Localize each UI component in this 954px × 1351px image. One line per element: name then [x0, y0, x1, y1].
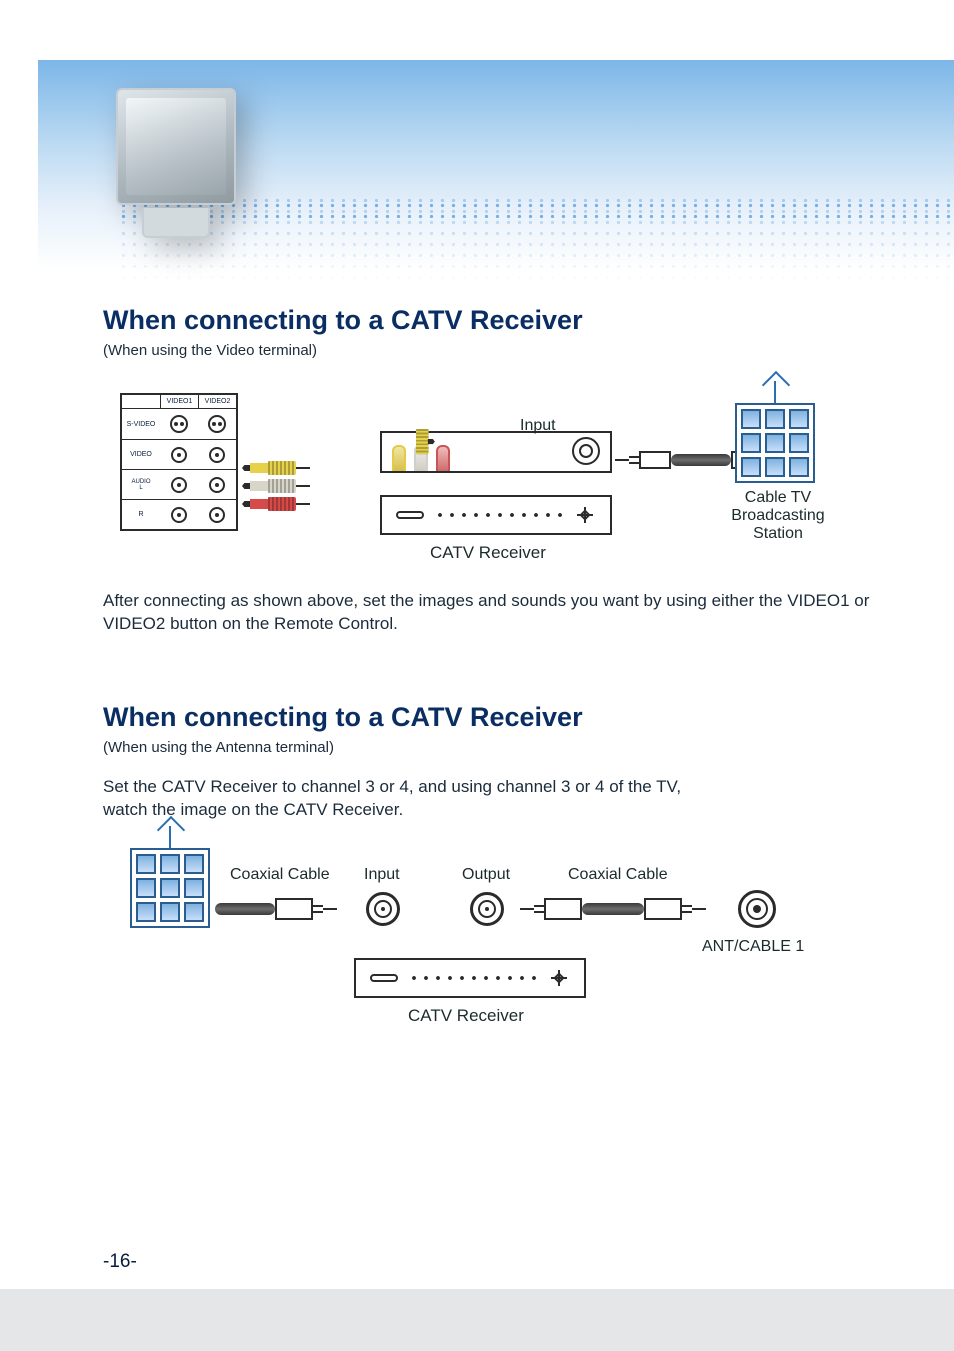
label-broadcast-station: Cable TV Broadcasting Station — [713, 489, 843, 543]
rca-plug-yellow — [416, 429, 434, 454]
rca-jack — [209, 507, 225, 523]
label-input: Input — [520, 417, 556, 435]
section-2-body-line-2: watch the image on the CATV Receiver. — [103, 799, 894, 822]
diagram-1: VIDEO1 VIDEO2 S-VIDEO VIDEO AUDIO L — [120, 385, 880, 605]
catv-rf-input-jack — [572, 437, 600, 465]
diagram-2: Coaxial Cable Input Output Coaxial Cable… — [130, 848, 870, 1073]
rca-jack — [209, 477, 225, 493]
io-row-l: L — [124, 485, 158, 491]
coax-run-left — [215, 898, 351, 920]
section-1-subtitle: (When using the Video terminal) — [103, 342, 904, 359]
catv-av-jack — [436, 445, 450, 471]
coax-cable-icon — [582, 903, 644, 915]
coax-connector-icon — [644, 898, 706, 920]
section-1-body-wrap: After connecting as shown above, set the… — [103, 590, 894, 636]
rca-plugs-tv-side — [242, 461, 310, 511]
catv-rear-panel — [380, 431, 612, 473]
catv-av-jack — [392, 445, 406, 471]
rca-plugs-catv-side — [416, 429, 434, 454]
coax-connector-icon — [615, 451, 671, 469]
section-1: When connecting to a CATV Receiver (When… — [103, 305, 904, 359]
header-dots-row — [118, 200, 954, 218]
coax-cable-icon — [671, 454, 731, 466]
io-row-svideo: S-VIDEO — [122, 421, 160, 428]
building-frame — [130, 848, 210, 928]
label-catv-receiver: CATV Receiver — [430, 543, 546, 563]
catv-dots-icon — [434, 512, 564, 518]
label-coax-right: Coaxial Cable — [568, 866, 668, 884]
catv-receiver-front — [354, 958, 586, 998]
antenna-icon — [774, 381, 776, 403]
catv-tuning-knob-icon — [574, 504, 596, 526]
section-2: When connecting to a CATV Receiver (When… — [103, 640, 894, 822]
tv-ant-port — [738, 890, 776, 933]
tv-stand — [142, 208, 209, 238]
io-body: S-VIDEO VIDEO AUDIO L R — [122, 409, 236, 529]
catv-tuning-knob-icon — [548, 967, 570, 989]
rf-input-jack — [366, 892, 400, 931]
catv-slot-icon — [396, 511, 424, 519]
tv-io-panel: VIDEO1 VIDEO2 S-VIDEO VIDEO AUDIO L — [120, 393, 238, 531]
io-row-video: VIDEO — [122, 451, 160, 458]
page-number: -16- — [103, 1251, 137, 1273]
catv-slot-icon — [370, 974, 398, 982]
section-2-body-line-1: Set the CATV Receiver to channel 3 or 4,… — [103, 776, 894, 799]
io-col-video2: VIDEO2 — [198, 395, 236, 408]
building-frame — [735, 403, 815, 483]
rca-jack — [209, 447, 225, 463]
rf-output-jack — [470, 892, 504, 931]
rca-jack — [171, 447, 187, 463]
rca-plug-red — [242, 497, 310, 511]
coax-run-right — [520, 898, 706, 920]
broadcast-station — [130, 848, 210, 928]
page-header — [38, 60, 954, 270]
rca-plug-yellow — [242, 461, 310, 475]
footer-band — [0, 1289, 954, 1351]
catv-receiver-front — [380, 495, 612, 535]
rca-jack — [171, 507, 187, 523]
io-header: VIDEO1 VIDEO2 — [122, 395, 236, 409]
section-2-title: When connecting to a CATV Receiver — [103, 702, 894, 733]
rca-jack — [171, 477, 187, 493]
tv-screen — [116, 88, 236, 205]
antenna-icon — [169, 826, 171, 848]
coax-cable-icon — [215, 903, 275, 915]
label-input: Input — [364, 866, 400, 884]
coax-connector-icon — [520, 898, 582, 920]
svideo-jack — [170, 415, 188, 433]
tv-thumbnail — [116, 88, 236, 238]
section-1-body: After connecting as shown above, set the… — [103, 590, 894, 636]
label-coax-left: Coaxial Cable — [230, 866, 330, 884]
section-2-subtitle: (When using the Antenna terminal) — [103, 739, 894, 756]
io-col-video1: VIDEO1 — [160, 395, 198, 408]
label-output: Output — [462, 866, 510, 884]
svideo-jack — [208, 415, 226, 433]
label-catv-receiver: CATV Receiver — [408, 1006, 524, 1026]
broadcast-station — [735, 403, 815, 483]
io-row-r: R — [122, 511, 160, 518]
section-1-title: When connecting to a CATV Receiver — [103, 305, 904, 336]
coax-connector-icon — [275, 898, 337, 920]
rca-plug-white — [242, 479, 310, 493]
catv-dots-icon — [408, 975, 538, 981]
label-ant-port: ANT/CABLE 1 — [702, 938, 804, 956]
